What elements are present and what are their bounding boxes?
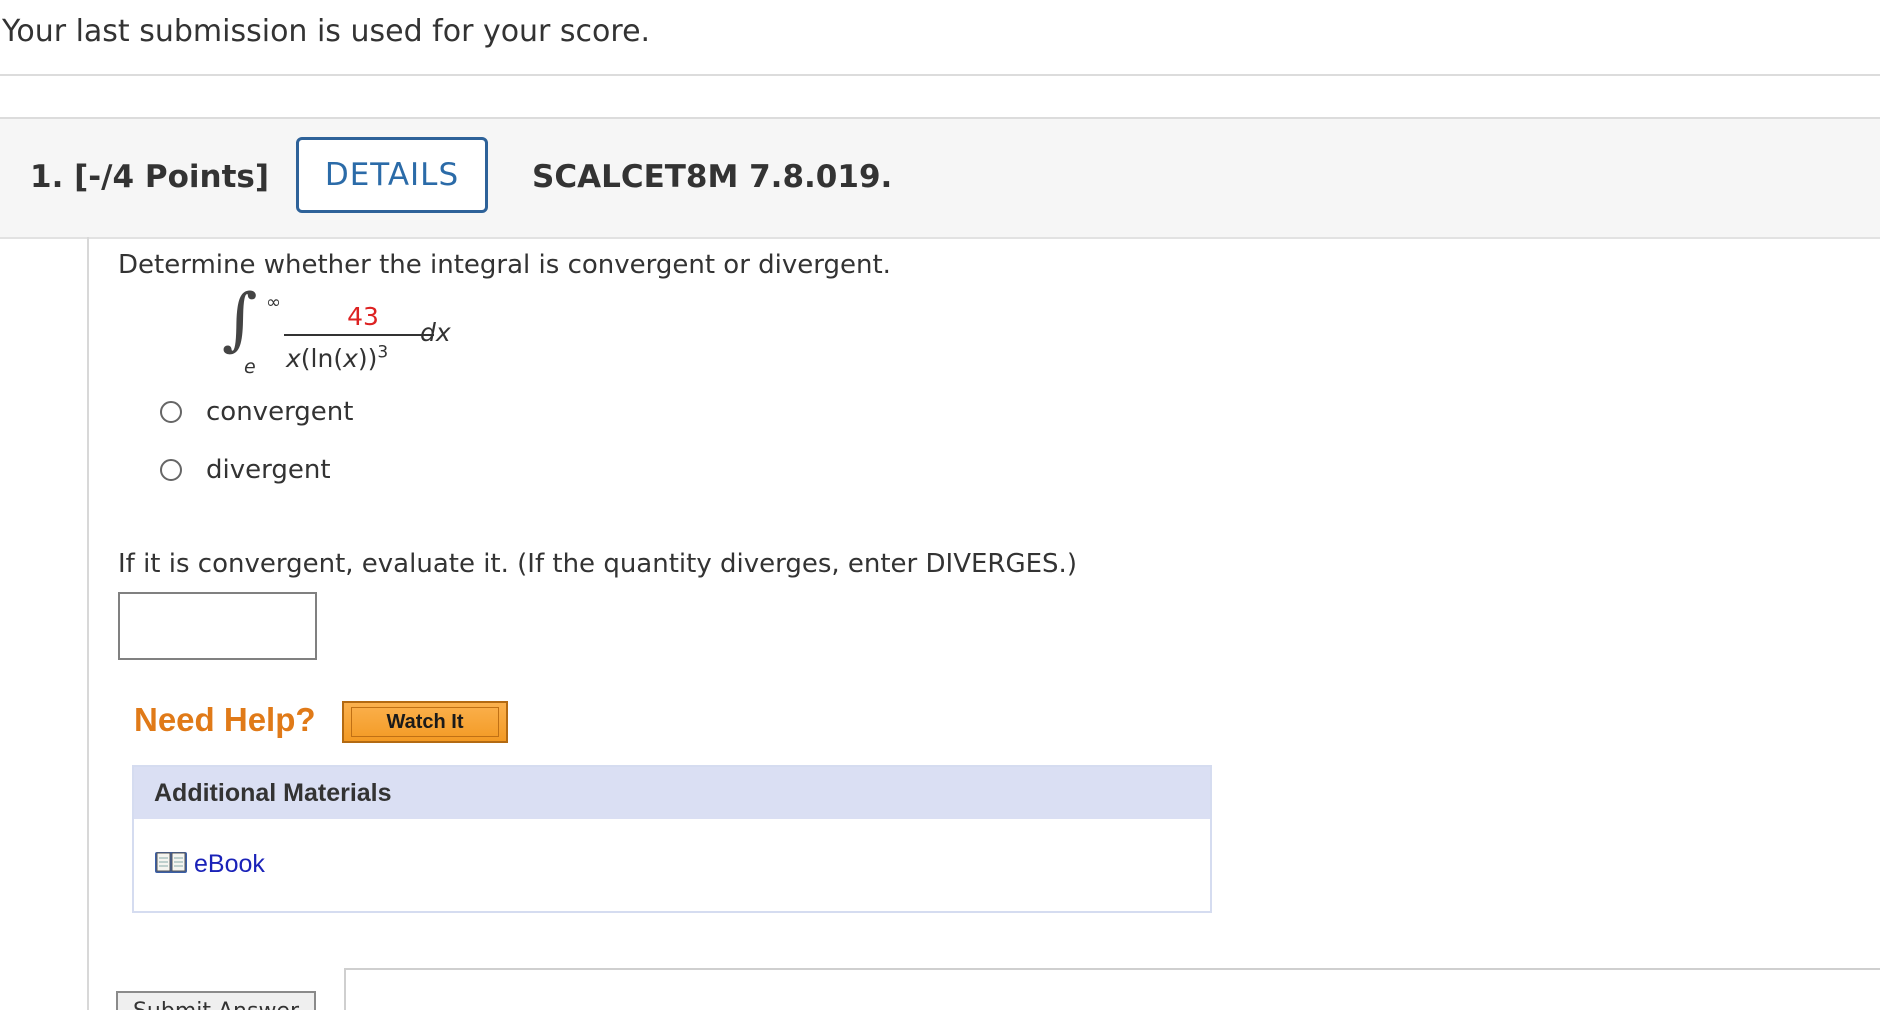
details-button[interactable]: DETAILS — [296, 137, 488, 213]
submit-answer-button[interactable]: Submit Answer — [116, 991, 316, 1010]
integral-differential: dx — [420, 318, 451, 347]
evaluate-prompt: If it is convergent, evaluate it. (If th… — [118, 549, 1077, 579]
book-icon — [154, 849, 188, 879]
question-points: 1. [-/4 Points] — [30, 159, 270, 195]
divider — [0, 74, 1880, 76]
integral-lower-limit: e — [244, 356, 256, 378]
integral-sign: ∫ — [222, 280, 258, 359]
integrand-numerator: 43 — [347, 302, 379, 331]
ebook-link[interactable]: eBook — [154, 849, 265, 879]
question-code: SCALCET8M 7.8.019. — [532, 159, 893, 195]
integral-expression: ∫ ∞ e 43 x(ln(x))3 dx — [222, 286, 482, 382]
need-help-label: Need Help? — [134, 701, 316, 738]
fraction-bar — [284, 334, 434, 336]
additional-materials-panel: Additional Materials eBook — [132, 765, 1212, 913]
assignment-page: Your last submission is used for your sc… — [0, 0, 1880, 1010]
question-prompt: Determine whether the integral is conver… — [118, 250, 891, 280]
watch-it-button[interactable]: Watch It — [342, 701, 508, 743]
integrand-denominator: x(ln(x))3 — [286, 342, 389, 373]
option-label: divergent — [206, 455, 331, 485]
question-body-rule — [87, 237, 89, 1010]
option-divergent[interactable]: divergent — [160, 455, 331, 485]
question-header: 1. [-/4 Points] DETAILS SCALCET8M 7.8.01… — [0, 117, 1880, 239]
radio-divergent[interactable] — [160, 459, 182, 481]
answer-feedback-panel — [344, 968, 1880, 1010]
integral-upper-limit: ∞ — [266, 292, 281, 313]
score-notice: Your last submission is used for your sc… — [2, 14, 651, 49]
ebook-label: eBook — [194, 849, 265, 878]
additional-materials-header: Additional Materials — [134, 767, 1210, 819]
answer-input[interactable] — [118, 592, 317, 660]
watch-it-label: Watch It — [351, 707, 499, 737]
radio-convergent[interactable] — [160, 401, 182, 423]
option-label: convergent — [206, 397, 354, 427]
option-convergent[interactable]: convergent — [160, 397, 353, 427]
